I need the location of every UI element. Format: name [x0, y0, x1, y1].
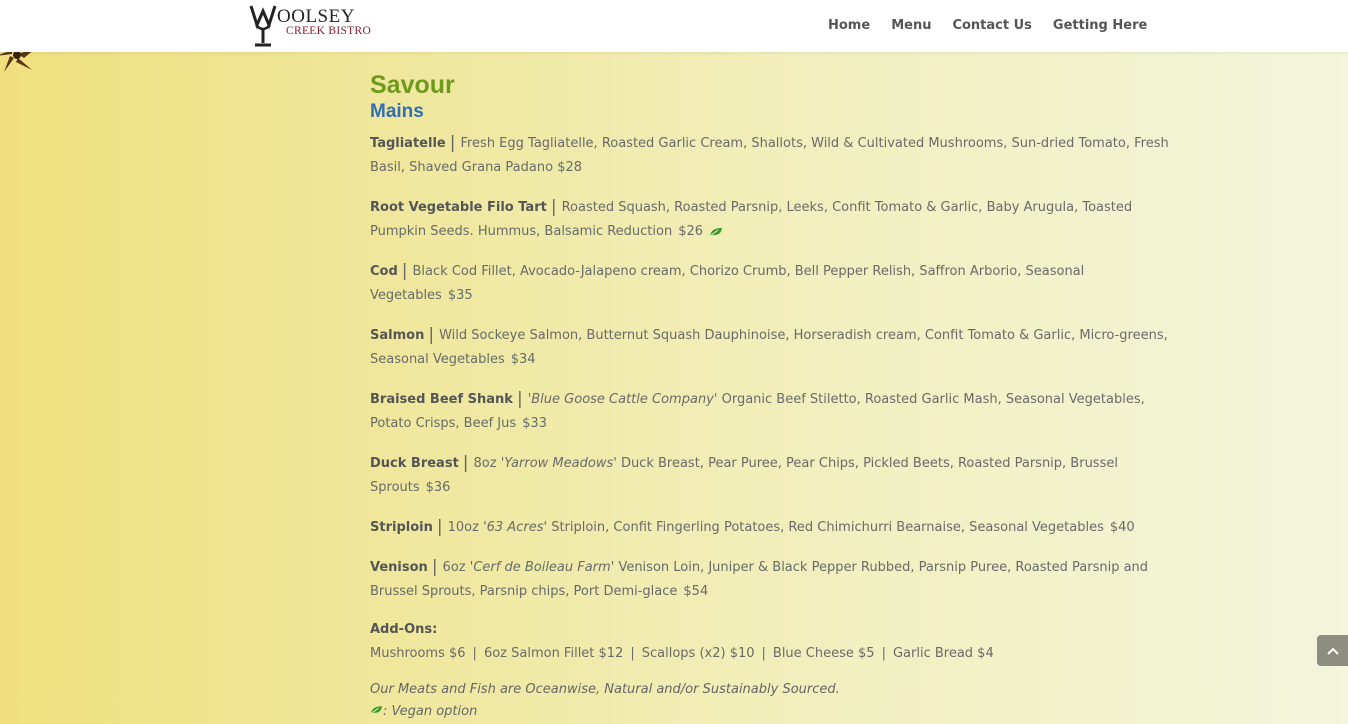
addon-item: Blue Cheese $5 — [772, 646, 875, 661]
leaf-icon — [709, 227, 723, 236]
menu-item-duck-breast: Duck Breast | 8oz 'Yarrow Meadows' Duck Br… — [370, 450, 1175, 500]
item-name: Venison — [370, 560, 428, 575]
nav-home[interactable]: Home — [828, 18, 870, 34]
logo-text-top: OOLSEY — [277, 6, 355, 27]
sourcing-note: Our Meats and Fish are Oceanwise, Natura… — [370, 682, 840, 697]
separator: | — [630, 646, 635, 661]
site-header: OOLSEY CREEK BISTRO Home Menu Contact Us… — [0, 0, 1348, 52]
separator: | — [472, 646, 477, 661]
addon-item: Scallops (x2) $10 — [641, 646, 755, 661]
separator: | — [881, 646, 886, 661]
item-supplier: 'Cerf de Boileau Farm' — [469, 560, 615, 575]
separator: | — [761, 646, 766, 661]
addons-title: Add-Ons: — [370, 622, 438, 637]
item-price: $28 — [557, 160, 583, 175]
separator: | — [462, 453, 469, 473]
item-price: $34 — [510, 352, 536, 367]
site-logo[interactable]: OOLSEY CREEK BISTRO — [249, 3, 371, 47]
separator: | — [550, 197, 557, 217]
addons-block: Add-Ons: Mushrooms $6 | 6oz Salmon Fillet … — [370, 618, 1175, 666]
addon-item: Mushrooms $6 — [370, 646, 466, 661]
item-portion: 6oz — [442, 560, 466, 575]
item-description: Striploin, Confit Fingerling Potatoes, R… — [551, 520, 1104, 535]
menu-item-salmon: Salmon | Wild Sockeye Salmon, Butternut Sq… — [370, 322, 1175, 372]
menu-content: Savour Mains Tagliatelle | Fresh Egg Tagli… — [370, 70, 1175, 724]
vegan-legend-text: : Vegan option — [383, 704, 478, 719]
item-name: Salmon — [370, 328, 425, 343]
item-name: Duck Breast — [370, 456, 459, 471]
addon-item: 6oz Salmon Fillet $12 — [483, 646, 624, 661]
logo-text-bottom: CREEK BISTRO — [286, 25, 372, 37]
menu-item-venison: Venison | 6oz 'Cerf de Boileau Farm' Venis… — [370, 554, 1175, 604]
item-portion: 10oz — [447, 520, 479, 535]
item-name: Root Vegetable Filo Tart — [370, 200, 547, 215]
item-price: $54 — [683, 584, 709, 599]
item-price: $26 — [678, 224, 704, 239]
menu-item-root-vegetable-filo-tart: Root Vegetable Filo Tart | Roasted Squash,… — [370, 194, 1175, 244]
vegan-legend: : Vegan option — [370, 700, 1175, 724]
item-name: Cod — [370, 264, 398, 279]
item-price: $33 — [522, 416, 547, 431]
item-description: Wild Sockeye Salmon, Butternut Squash Da… — [370, 328, 1168, 367]
menu-item-cod: Cod | Black Cod Fillet, Avocado-Jalapeno c… — [370, 258, 1175, 308]
back-to-top-button[interactable] — [1317, 635, 1348, 666]
item-price: $35 — [447, 288, 473, 303]
section-title: Savour — [370, 71, 455, 99]
item-portion: 8oz — [473, 456, 497, 471]
separator: | — [431, 557, 438, 577]
item-supplier: 'Blue Goose Cattle Company' — [527, 392, 718, 407]
main-nav: Home Menu Contact Us Getting Here — [828, 18, 1168, 34]
item-name: Striploin — [370, 520, 433, 535]
nav-menu[interactable]: Menu — [891, 18, 931, 34]
item-description: Fresh Egg Tagliatelle, Roasted Garlic Cr… — [370, 136, 1169, 175]
addons-list: Mushrooms $6 | 6oz Salmon Fillet $12 | Scall… — [370, 642, 1175, 666]
item-supplier: '63 Acres' — [483, 520, 548, 535]
section-subtitle: Mains — [370, 101, 424, 122]
separator: | — [428, 325, 435, 345]
menu-item-braised-beef-shank: Braised Beef Shank | 'Blue Goose Cattle Co… — [370, 386, 1175, 436]
chevron-up-icon — [1326, 647, 1339, 655]
addon-item: Garlic Bread $4 — [892, 646, 994, 661]
separator: | — [436, 517, 443, 537]
item-supplier: 'Yarrow Meadows' — [500, 456, 617, 471]
item-price: $40 — [1109, 520, 1135, 535]
leaf-icon — [370, 706, 383, 715]
nav-getting-here[interactable]: Getting Here — [1053, 18, 1147, 34]
menu-item-tagliatelle: Tagliatelle | Fresh Egg Tagliatelle, Roast… — [370, 130, 1175, 180]
menu-item-striploin: Striploin | 10oz '63 Acres' Striploin, Con… — [370, 514, 1175, 540]
nav-contact-us[interactable]: Contact Us — [952, 18, 1031, 34]
separator: | — [516, 389, 523, 409]
item-price: $36 — [425, 480, 451, 495]
separator: | — [401, 261, 408, 281]
separator: | — [449, 133, 456, 153]
item-description: Black Cod Fillet, Avocado-Jalapeno cream… — [370, 264, 1085, 303]
item-name: Tagliatelle — [370, 136, 446, 151]
item-name: Braised Beef Shank — [370, 392, 513, 407]
